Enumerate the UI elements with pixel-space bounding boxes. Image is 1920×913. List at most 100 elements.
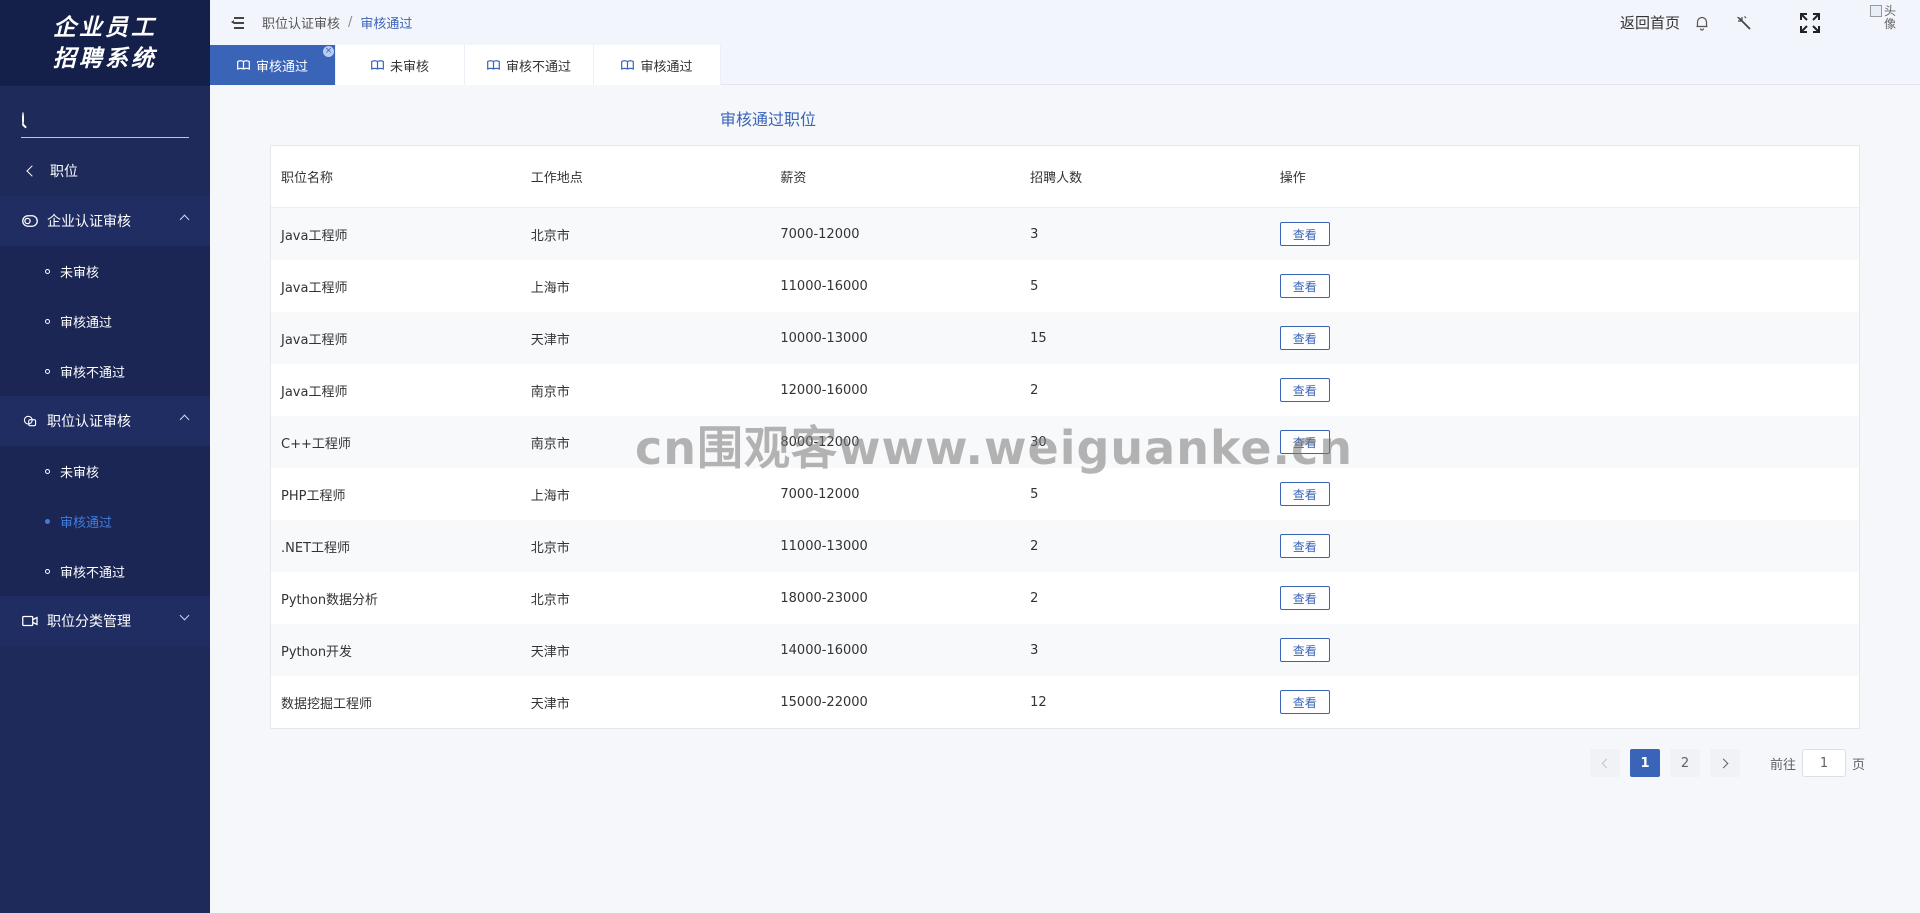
menu-fold-icon[interactable] [231, 17, 244, 29]
cell-name: Java工程师 [281, 384, 348, 400]
magic-wand-icon[interactable] [1736, 15, 1752, 31]
tab-pending[interactable]: 未审核 [336, 45, 465, 85]
tab-approved[interactable]: 审核通过 [594, 45, 721, 85]
sidebar-back-label: 职位 [50, 164, 78, 180]
avatar[interactable]: 头像 [1870, 3, 1910, 45]
column-header-location: 工作地点 [530, 171, 583, 186]
page-button-2[interactable]: 2 [1669, 749, 1700, 777]
sidebar-item-company-approved[interactable]: 审核通过 [0, 296, 210, 346]
view-button[interactable]: 查看 [1279, 638, 1330, 662]
sidebar-item-company-rejected[interactable]: 审核不通过 [0, 346, 210, 396]
cell-salary: 15000-22000 [780, 694, 868, 710]
video-camera-icon [22, 615, 38, 627]
view-button[interactable]: 查看 [1279, 326, 1330, 350]
column-header-count: 招聘人数 [1030, 171, 1083, 186]
cell-count: 5 [1030, 278, 1039, 294]
sidebar-back-item[interactable]: 职位 [0, 146, 210, 196]
table-row: Python开发 天津市 14000-16000 3 查看 [271, 624, 1859, 676]
cell-name: 数据挖掘工程师 [281, 696, 373, 712]
breadcrumb-parent[interactable]: 职位认证审核 [262, 13, 340, 32]
next-page-button[interactable] [1709, 749, 1740, 777]
prev-page-button[interactable] [1589, 749, 1620, 777]
table-row: Java工程师 北京市 7000-12000 3 查看 [271, 208, 1859, 260]
tab-approved-active[interactable]: 审核通过 × [210, 45, 336, 85]
view-button[interactable]: 查看 [1279, 534, 1330, 558]
cell-salary: 8000-12000 [780, 434, 860, 450]
avatar-alt-text: 头像 [1884, 3, 1897, 31]
sidebar-item-label: 审核通过 [60, 315, 113, 331]
bullet-icon [45, 568, 50, 574]
toggle-icon [22, 215, 38, 227]
chevron-right-icon [1718, 758, 1729, 768]
chevron-up-icon [179, 214, 190, 225]
fullscreen-icon[interactable] [1800, 12, 1820, 33]
view-button[interactable]: 查看 [1279, 222, 1330, 246]
close-icon[interactable]: × [323, 46, 334, 57]
view-button[interactable]: 查看 [1279, 586, 1330, 610]
cell-location: 上海市 [530, 488, 570, 504]
view-button[interactable]: 查看 [1279, 274, 1330, 298]
book-icon [621, 60, 635, 70]
cell-action: 查看 [1270, 222, 1859, 246]
main-content: 审核通过职位 职位名称 工作地点 薪资 招聘人数 操作 Java工程师 北京市 … [210, 86, 1920, 913]
cell-location: 北京市 [530, 592, 570, 608]
sidebar-item-job-pending[interactable]: 未审核 [0, 446, 210, 496]
logo: 企业员工 招聘系统 [0, 0, 210, 86]
table-row: PHP工程师 上海市 7000-12000 5 查看 [271, 468, 1859, 520]
bullet-icon [45, 268, 50, 274]
page-title: 审核通过职位 [720, 110, 817, 129]
cell-action: 查看 [1270, 586, 1859, 610]
pagination: 1 2 前往 页 [1589, 749, 1865, 777]
cell-location: 北京市 [530, 540, 570, 556]
goto-page: 前往 页 [1770, 749, 1865, 777]
column-header-action: 操作 [1279, 171, 1306, 186]
sidebar-item-label: 审核不通过 [60, 365, 126, 381]
bullet-icon [45, 368, 50, 374]
table-header: 职位名称 工作地点 薪资 招聘人数 操作 [271, 146, 1859, 208]
sidebar-item-job-rejected[interactable]: 审核不通过 [0, 546, 210, 596]
cell-count: 2 [1030, 590, 1039, 606]
cell-name: PHP工程师 [281, 488, 346, 504]
table-row: Java工程师 天津市 10000-13000 15 查看 [271, 312, 1859, 364]
cell-name: Java工程师 [281, 280, 348, 296]
bullet-icon [45, 468, 50, 474]
menu-group-job-category: 职位分类管理 [0, 596, 210, 646]
cell-name: Python数据分析 [281, 592, 379, 608]
cell-location: 北京市 [530, 228, 570, 244]
menu-title-company-audit[interactable]: 企业认证审核 [0, 196, 210, 246]
cell-action: 查看 [1270, 274, 1859, 298]
menu-title-job-category[interactable]: 职位分类管理 [0, 596, 210, 646]
view-button[interactable]: 查看 [1279, 430, 1330, 454]
cell-location: 天津市 [530, 696, 570, 712]
sidebar-item-company-pending[interactable]: 未审核 [0, 246, 210, 296]
bell-icon[interactable] [1694, 15, 1710, 31]
cell-name: .NET工程师 [281, 540, 351, 556]
sidebar-search-input[interactable] [34, 103, 208, 134]
jobs-table: 职位名称 工作地点 薪资 招聘人数 操作 Java工程师 北京市 7000-12… [270, 145, 1860, 729]
tab-bar: 审核通过 × 未审核 审核不通过 审核通过 [210, 45, 1920, 85]
table-body: Java工程师 北京市 7000-12000 3 查看 Java工程师 上海市 … [271, 208, 1859, 728]
table-row: 数据挖掘工程师 天津市 15000-22000 12 查看 [271, 676, 1859, 728]
header-actions: 返回首页 头像 [1620, 0, 1920, 45]
view-button[interactable]: 查看 [1279, 378, 1330, 402]
page-button-1[interactable]: 1 [1629, 749, 1660, 777]
tab-rejected[interactable]: 审核不通过 [465, 45, 594, 85]
view-button[interactable]: 查看 [1279, 690, 1330, 714]
goto-page-input[interactable] [1801, 749, 1846, 777]
column-header-name: 职位名称 [281, 171, 334, 186]
menu-title-job-audit[interactable]: 职位认证审核 [0, 396, 210, 446]
chevron-down-icon [179, 610, 190, 621]
cell-salary: 7000-12000 [780, 486, 860, 502]
view-button[interactable]: 查看 [1279, 482, 1330, 506]
cell-name: Java工程师 [281, 332, 348, 348]
table-row: Python数据分析 北京市 18000-23000 2 查看 [271, 572, 1859, 624]
cell-location: 天津市 [530, 332, 570, 348]
table-row: C++工程师 南京市 8000-12000 30 查看 [271, 416, 1859, 468]
home-link[interactable]: 返回首页 [1620, 12, 1680, 33]
layers-icon [23, 415, 37, 427]
cell-action: 查看 [1270, 638, 1859, 662]
cell-action: 查看 [1270, 534, 1859, 558]
cell-location: 南京市 [530, 384, 570, 400]
breadcrumb: 职位认证审核 / 审核通过 [262, 13, 412, 32]
sidebar-item-job-approved[interactable]: 审核通过 [0, 496, 210, 546]
